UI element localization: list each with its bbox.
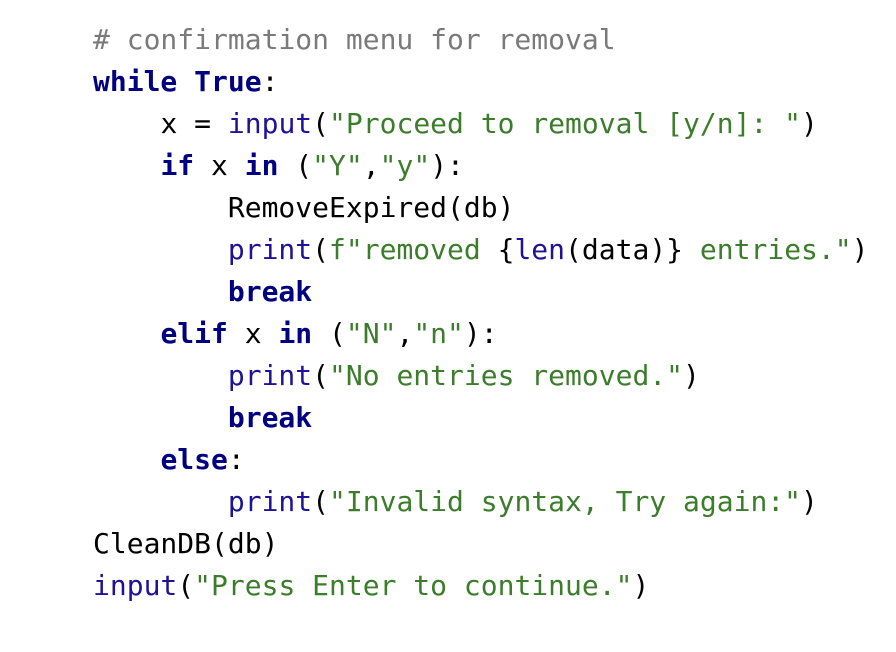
code-token-builtin: print (227, 359, 313, 392)
code-token-kw: in (244, 149, 279, 182)
code-token-kw: break (227, 401, 313, 434)
code-token-plain: x = (160, 107, 228, 140)
code-line: print("Invalid syntax, Try again:") (93, 481, 868, 523)
code-line: elif x in ("N","n"): (93, 313, 868, 355)
code-token-builtin: len (514, 233, 566, 266)
code-line: print(f"removed {len(data)} entries.") (93, 229, 869, 271)
code-token-kw: break (227, 275, 313, 308)
code-token-plain: ): (463, 317, 498, 350)
code-token-plain: ( (177, 569, 195, 602)
code-line: break (93, 397, 868, 439)
code-token-plain: : (261, 65, 279, 98)
code-token-plain: , (396, 317, 414, 350)
code-token-plain: , (362, 149, 380, 182)
code-token-plain: ) (683, 359, 700, 392)
code-token-kw: in (278, 317, 313, 350)
code-token-plain: ) (851, 233, 869, 266)
code-token-plain: { (497, 233, 515, 266)
code-token-comment: # confirmation menu for removal (93, 23, 616, 56)
code-token-builtin: print (227, 233, 313, 266)
code-token-string: "y" (379, 149, 431, 182)
code-line: print("No entries removed.") (93, 355, 868, 397)
code-line: while True: (93, 61, 868, 103)
code-token-string: entries." (683, 233, 852, 266)
code-line: input("Press Enter to continue.") (93, 565, 868, 607)
code-token-plain: ) (801, 107, 818, 140)
code-token-builtin: print (227, 485, 313, 518)
code-token-builtin: input (93, 569, 178, 602)
code-token-string: "Press Enter to continue." (194, 569, 633, 602)
code-token-plain: ( (312, 485, 330, 518)
code-token-plain: RemoveExpired(db) (227, 191, 515, 224)
code-line: if x in ("Y","y"): (93, 145, 868, 187)
code-token-string: "n" (413, 317, 464, 350)
code-token-string: "Y" (312, 149, 363, 182)
code-token-plain: ) (632, 569, 650, 602)
code-token-string: "Proceed to removal [y/n]: " (329, 107, 802, 140)
code-token-kw: else (160, 443, 228, 476)
code-line: RemoveExpired(db) (93, 187, 868, 229)
code-token-builtin: input (227, 107, 313, 140)
code-line: break (93, 271, 868, 313)
code-token-plain: ( (312, 317, 346, 350)
code-token-string: "No entries removed." (329, 359, 684, 392)
code-token-plain: (data)} (565, 233, 684, 266)
code-token-plain: ) (801, 485, 818, 518)
code-line: else: (93, 439, 868, 481)
code-token-plain: CleanDB(db) (93, 527, 279, 560)
code-token-plain: ( (312, 233, 330, 266)
code-token-plain: ): (430, 149, 464, 182)
code-token-plain: x (194, 149, 245, 182)
code-token-string: "N" (345, 317, 397, 350)
code-token-kw: True (194, 65, 262, 98)
code-line: # confirmation menu for removal (93, 19, 868, 61)
code-token-kw: if (160, 149, 195, 182)
code-token-kw: elif (160, 317, 228, 350)
code-block: # confirmation menu for removal while Tru… (93, 19, 868, 607)
code-token-kw: while (93, 65, 178, 98)
code-token-plain: ( (278, 149, 313, 182)
code-token-plain: : (227, 443, 245, 476)
code-token-plain: x (227, 317, 279, 350)
code-token-plain: ( (312, 359, 330, 392)
code-token-plain: ( (312, 107, 330, 140)
code-token-string: "Invalid syntax, Try again:" (329, 485, 802, 518)
code-line: CleanDB(db) (93, 523, 868, 565)
code-line: x = input("Proceed to removal [y/n]: ") (93, 103, 868, 145)
code-token-string: f"removed (329, 233, 498, 266)
